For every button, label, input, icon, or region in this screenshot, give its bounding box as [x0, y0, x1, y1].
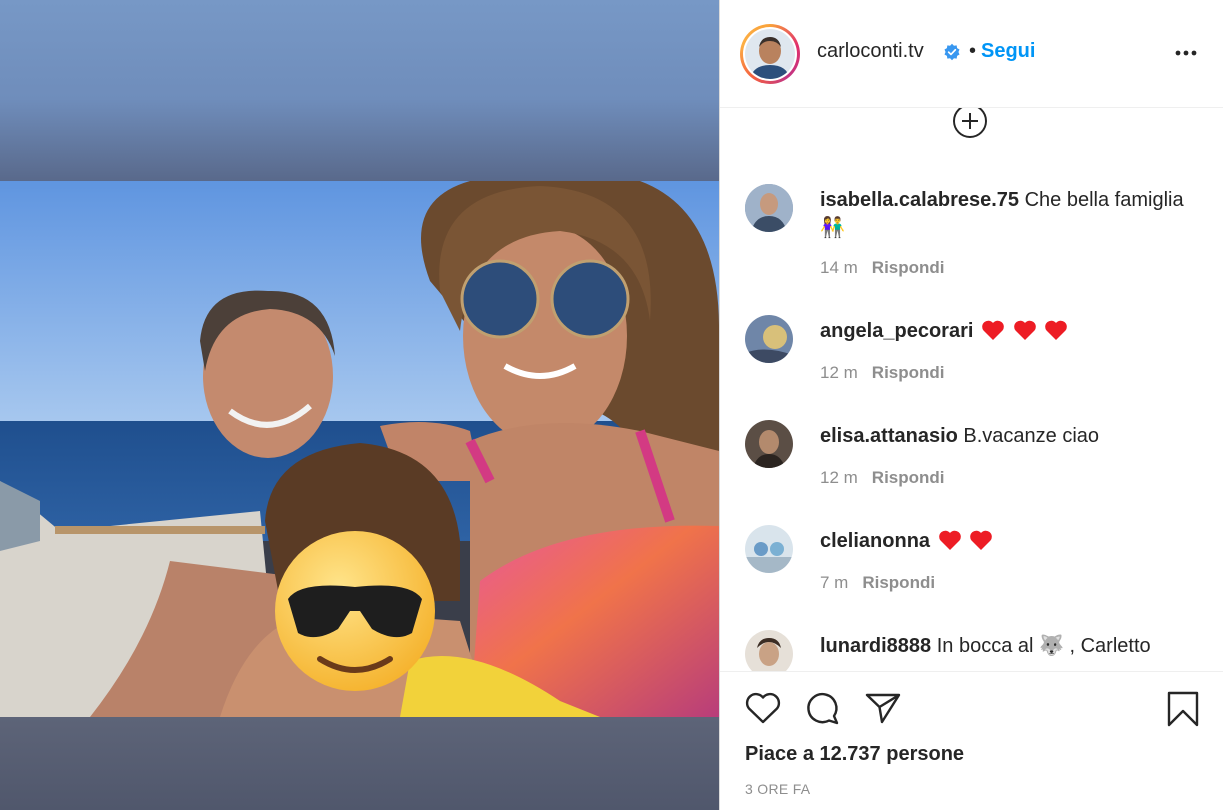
comment-meta: 12 m Rispondi — [820, 363, 945, 383]
comment-icon[interactable] — [804, 690, 842, 726]
comment-text: lunardi8888 In bocca al 🐺 , Carletto — [820, 632, 1190, 660]
heart-emoji-icon — [970, 530, 992, 550]
photo-bottom-blur — [0, 717, 719, 810]
comment-text: isabella.calabrese.75 Che bella famiglia… — [820, 186, 1190, 242]
comment-time: 12 m — [820, 363, 858, 382]
comments-list[interactable]: isabella.calabrese.75 Che bella famiglia… — [720, 108, 1223, 671]
comment-username[interactable]: isabella.calabrese.75 — [820, 189, 1019, 211]
follow-button[interactable]: Segui — [981, 40, 1035, 63]
commenter-avatar[interactable] — [745, 630, 793, 671]
more-options-icon[interactable] — [1174, 46, 1198, 60]
post-timestamp[interactable]: 3 ORE FA — [745, 781, 810, 797]
commenter-avatar[interactable] — [745, 315, 793, 363]
author-username[interactable]: carloconti.tv — [817, 40, 924, 63]
post-header: carloconti.tv • Segui — [720, 0, 1223, 108]
heart-emoji-icon — [1013, 320, 1036, 340]
post-media[interactable] — [0, 0, 719, 810]
send-icon[interactable] — [864, 690, 902, 726]
header-separator: • — [969, 40, 977, 62]
comment-body: B.vacanze ciao — [963, 425, 1100, 447]
author-avatar[interactable] — [740, 24, 800, 84]
post-panel: carloconti.tv • Segui isabella.calabrese… — [719, 0, 1223, 810]
bookmark-icon[interactable] — [1166, 690, 1200, 728]
verified-badge-icon — [944, 43, 960, 61]
comment-time: 12 m — [820, 468, 858, 487]
commenter-avatar[interactable] — [745, 525, 793, 573]
commenter-avatar[interactable] — [745, 184, 793, 232]
comment-time: 14 m — [820, 258, 858, 277]
photo-top-blur — [0, 0, 719, 181]
reply-button[interactable]: Rispondi — [872, 258, 945, 277]
heart-emoji-icon — [982, 320, 1004, 340]
comment-text: angela_pecorari — [820, 317, 1190, 345]
comment-meta: 12 m Rispondi — [820, 468, 945, 488]
author-avatar-image — [745, 29, 795, 79]
heart-icon[interactable] — [744, 690, 782, 726]
reply-button[interactable]: Rispondi — [872, 363, 945, 382]
commenter-avatar[interactable] — [745, 420, 793, 468]
reply-button[interactable]: Rispondi — [862, 573, 935, 592]
comment-meta: 14 m Rispondi — [820, 258, 945, 278]
comment-username[interactable]: angela_pecorari — [820, 320, 973, 342]
comment-text: clelianonna — [820, 527, 1190, 555]
reply-button[interactable]: Rispondi — [872, 468, 945, 487]
comment-username[interactable]: elisa.attanasio — [820, 425, 958, 447]
comment-time: 7 m — [820, 573, 849, 592]
comment-username[interactable]: clelianonna — [820, 530, 930, 552]
comment-meta: 7 m Rispondi — [820, 573, 935, 593]
post-actions: Piace a 12.737 persone 3 ORE FA — [720, 671, 1223, 810]
likes-count[interactable]: Piace a 12.737 persone — [745, 743, 964, 766]
heart-emoji-icon — [1045, 320, 1067, 340]
comment-username[interactable]: lunardi8888 — [820, 635, 931, 657]
post-photo — [0, 181, 719, 717]
comment-text: elisa.attanasio B.vacanze ciao — [820, 422, 1190, 450]
plus-circle-icon[interactable] — [951, 108, 989, 140]
comment-body: In bocca al 🐺 , Carletto — [936, 635, 1151, 657]
heart-emoji-icon — [938, 530, 961, 550]
